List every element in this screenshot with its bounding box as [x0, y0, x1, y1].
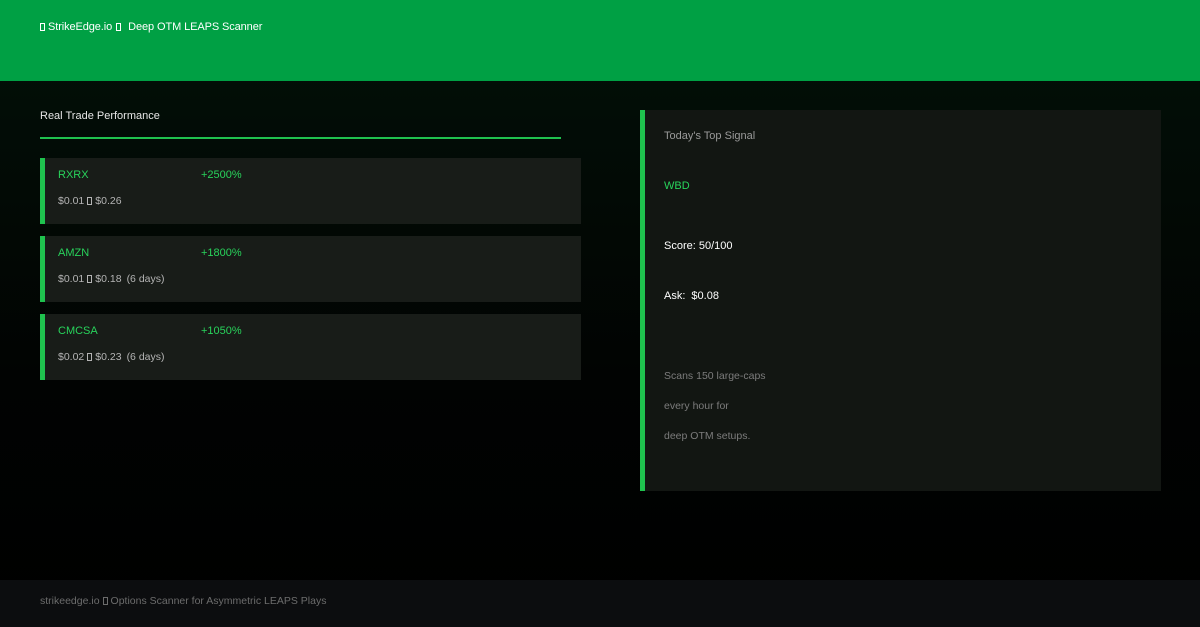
arrow-icon	[87, 353, 93, 361]
trade-gain: +1050%	[201, 325, 242, 337]
brand-name: StrikeEdge.io	[48, 21, 113, 33]
trade-from: $0.02	[58, 351, 85, 363]
trade-range: $0.01 $0.18 (6 days)	[58, 273, 165, 285]
arrow-icon	[87, 197, 93, 205]
trade-ticker: CMCSA	[58, 325, 98, 337]
trade-card: RXRX +2500% $0.01 $0.26	[40, 158, 581, 224]
ask-label: Ask:	[664, 290, 686, 302]
performance-title: Real Trade Performance	[40, 110, 160, 122]
ask-value: $0.08	[691, 290, 719, 302]
trade-range: $0.01 $0.26	[58, 195, 127, 207]
performance-divider	[40, 137, 561, 139]
separator-icon	[102, 597, 108, 605]
header-bar: StrikeEdge.io Deep OTM LEAPS Scanner	[0, 0, 1200, 81]
signal-ask: Ask: $0.08	[664, 290, 719, 302]
footer-bar: strikeedge.io Options Scanner for Asymmet…	[0, 580, 1200, 627]
trade-ticker: AMZN	[58, 247, 90, 259]
trade-to: $0.26	[95, 195, 122, 207]
trade-gain: +2500%	[201, 169, 242, 181]
trade-duration: (6 days)	[126, 273, 165, 285]
arrow-icon	[87, 275, 93, 283]
signal-score: Score: 50/100	[664, 240, 733, 252]
signal-description-line: every hour for	[664, 400, 729, 412]
arrow-icon	[116, 23, 122, 32]
footer-text: strikeedge.io Options Scanner for Asymmet…	[40, 595, 326, 607]
signal-ticker: WBD	[664, 180, 690, 192]
footer-domain: strikeedge.io	[40, 595, 100, 607]
signal-description-line: Scans 150 large-caps	[664, 370, 766, 382]
top-signal-card: Today's Top Signal WBD Score: 50/100 Ask…	[640, 110, 1161, 491]
brand-subtitle: Deep OTM LEAPS Scanner	[128, 21, 263, 33]
footer-tagline: Options Scanner for Asymmetric LEAPS Pla…	[110, 595, 327, 607]
separator	[116, 21, 124, 33]
trade-from: $0.01	[58, 273, 85, 285]
trade-to: $0.18	[95, 273, 122, 285]
trade-ticker: RXRX	[58, 169, 89, 181]
brand: StrikeEdge.io Deep OTM LEAPS Scanner	[40, 21, 262, 33]
trade-duration: (6 days)	[126, 351, 165, 363]
trade-card: AMZN +1800% $0.01 $0.18 (6 days)	[40, 236, 581, 302]
chart-icon	[40, 23, 45, 31]
trade-gain: +1800%	[201, 247, 242, 259]
trade-from: $0.01	[58, 195, 85, 207]
trade-range: $0.02 $0.23 (6 days)	[58, 351, 165, 363]
signal-label: Today's Top Signal	[664, 130, 756, 142]
trade-to: $0.23	[95, 351, 122, 363]
trade-card: CMCSA +1050% $0.02 $0.23 (6 days)	[40, 314, 581, 380]
signal-description-line: deep OTM setups.	[664, 430, 751, 442]
